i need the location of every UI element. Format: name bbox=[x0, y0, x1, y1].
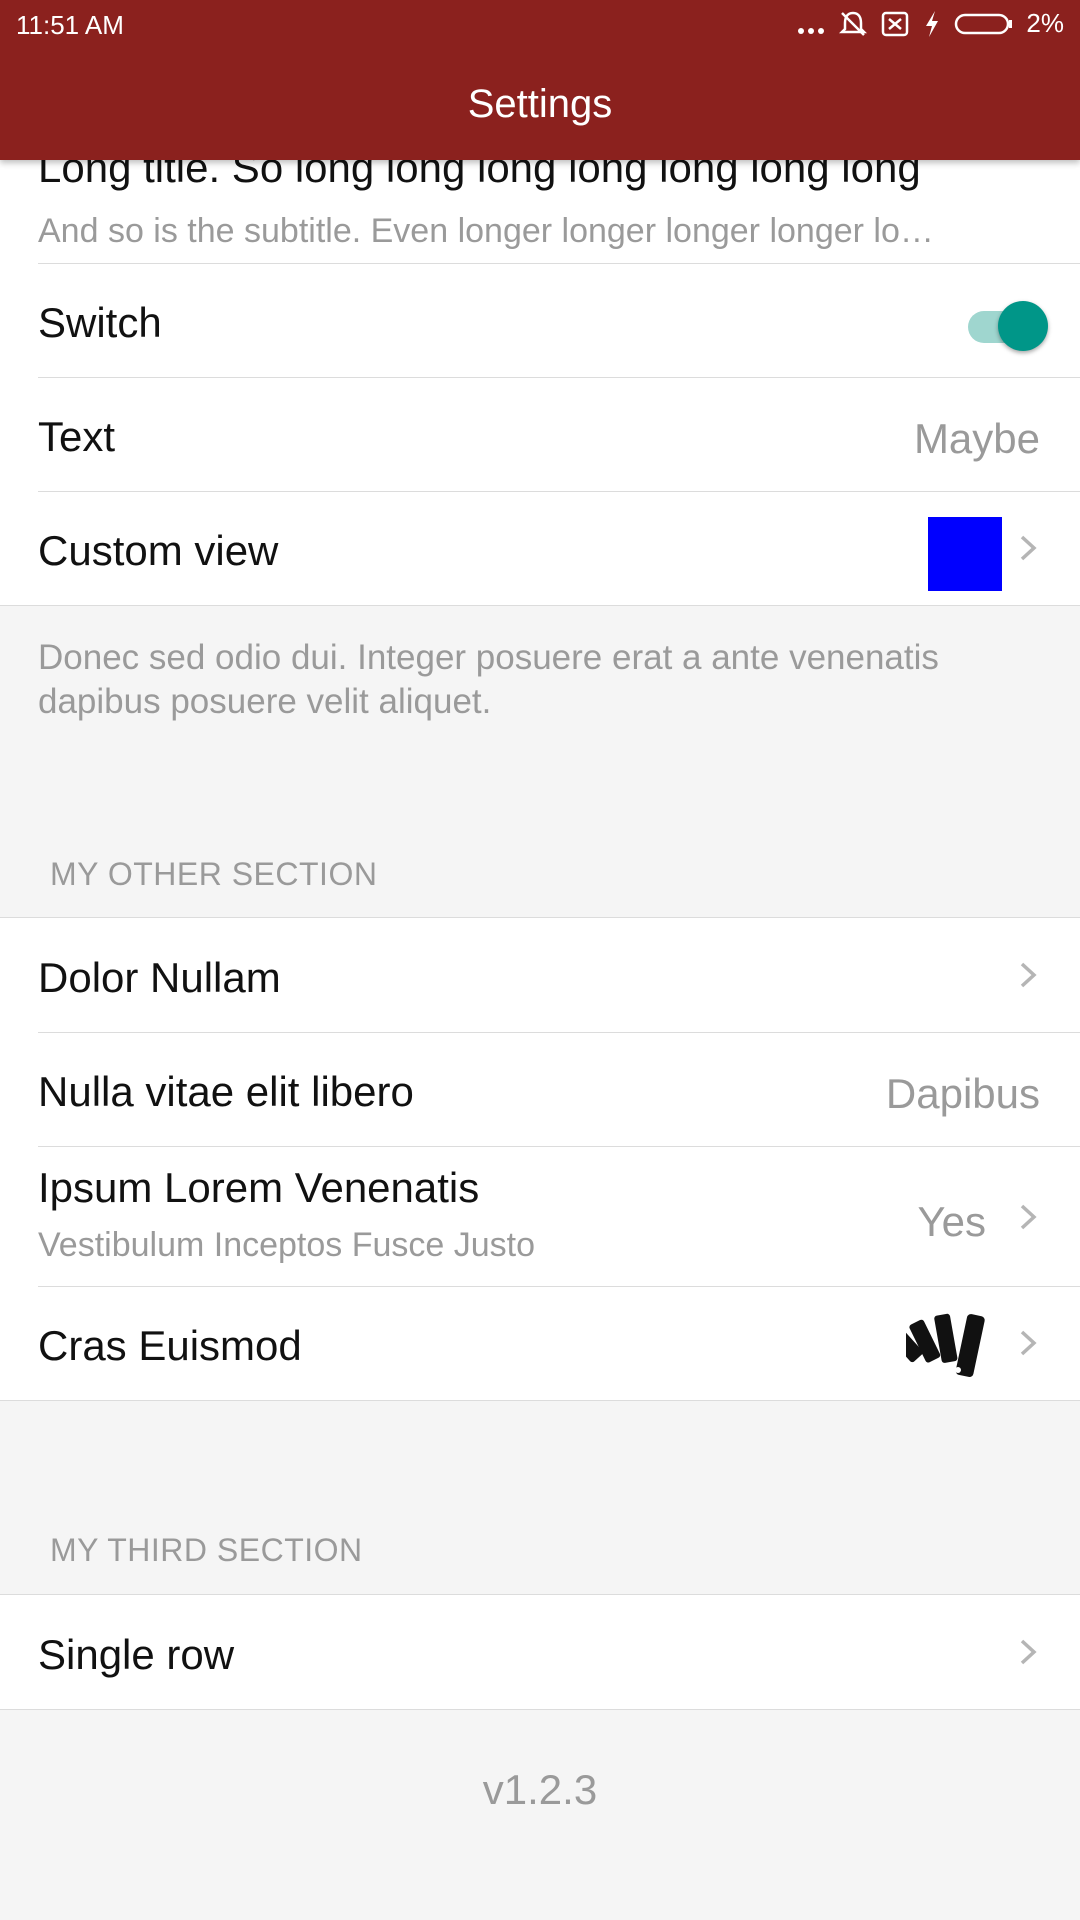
charging-icon bbox=[926, 10, 939, 37]
switch-label: Switch bbox=[38, 299, 162, 346]
long-title-subtitle: And so is the subtitle. Even longer long… bbox=[38, 212, 934, 250]
app-bar: Settings bbox=[0, 50, 1080, 160]
single-row-label: Single row bbox=[38, 1631, 235, 1678]
chevron-right-icon bbox=[1020, 962, 1037, 988]
nulla-vitae-row[interactable]: Nulla vitae elit libero Dapibus bbox=[0, 1032, 1080, 1146]
ipsum-lorem-label: Ipsum Lorem Venenatis bbox=[38, 1164, 480, 1211]
swatches-fan-icon bbox=[906, 1313, 985, 1377]
status-time: 11:51 AM bbox=[16, 10, 124, 40]
ipsum-lorem-subtitle: Vestibulum Inceptos Fusce Justo bbox=[38, 1226, 536, 1264]
custom-view-label: Custom view bbox=[38, 527, 279, 574]
bell-off-icon bbox=[839, 11, 868, 36]
nulla-vitae-label: Nulla vitae elit libero bbox=[38, 1068, 414, 1115]
color-swatch bbox=[928, 517, 1002, 591]
ipsum-lorem-row[interactable]: Ipsum Lorem Venenatis Vestibulum Incepto… bbox=[0, 1146, 1080, 1286]
page-title: Settings bbox=[467, 82, 613, 126]
text-label: Text bbox=[38, 413, 116, 460]
section1-footer: Donec sed odio dui. Integer posuere erat… bbox=[38, 638, 939, 721]
switch-row[interactable]: Switch bbox=[0, 263, 1080, 377]
dolor-nullam-row[interactable]: Dolor Nullam bbox=[0, 918, 1080, 1032]
status-icons: 2% bbox=[796, 8, 1064, 39]
custom-view-row[interactable]: Custom view bbox=[0, 491, 1080, 605]
status-bar: 11:51 AM 2% bbox=[0, 0, 1080, 50]
settings-group-3: Single row bbox=[0, 1594, 1080, 1710]
dolor-nullam-label: Dolor Nullam bbox=[38, 954, 281, 1001]
chevron-right-icon bbox=[1020, 1204, 1037, 1230]
text-value: Maybe bbox=[913, 415, 1040, 462]
toggle-switch[interactable] bbox=[964, 299, 1048, 351]
chevron-right-icon bbox=[1020, 1639, 1037, 1665]
section2-header: MY OTHER SECTION bbox=[50, 856, 378, 892]
chevron-right-icon bbox=[1020, 1330, 1037, 1356]
text-row[interactable]: Text Maybe bbox=[0, 377, 1080, 491]
single-row[interactable]: Single row bbox=[0, 1595, 1080, 1709]
cras-euismod-label: Cras Euismod bbox=[38, 1322, 302, 1369]
battery-percent: 2% bbox=[1026, 8, 1064, 38]
battery-icon bbox=[955, 13, 1013, 34]
settings-group-1: Long title. So long long long long long … bbox=[0, 120, 1080, 606]
ipsum-lorem-value: Yes bbox=[917, 1198, 986, 1245]
settings-group-2: Dolor Nullam Nulla vitae elit libero Dap… bbox=[0, 917, 1080, 1401]
app-version: v1.2.3 bbox=[482, 1766, 598, 1813]
sim-off-icon bbox=[882, 11, 909, 36]
switch-thumb bbox=[998, 301, 1048, 351]
nulla-vitae-value: Dapibus bbox=[885, 1070, 1040, 1117]
section3-header: MY THIRD SECTION bbox=[50, 1532, 363, 1568]
more-dots-icon bbox=[798, 27, 825, 34]
chevron-right-icon bbox=[1020, 535, 1037, 561]
cras-euismod-row[interactable]: Cras Euismod bbox=[0, 1286, 1080, 1400]
